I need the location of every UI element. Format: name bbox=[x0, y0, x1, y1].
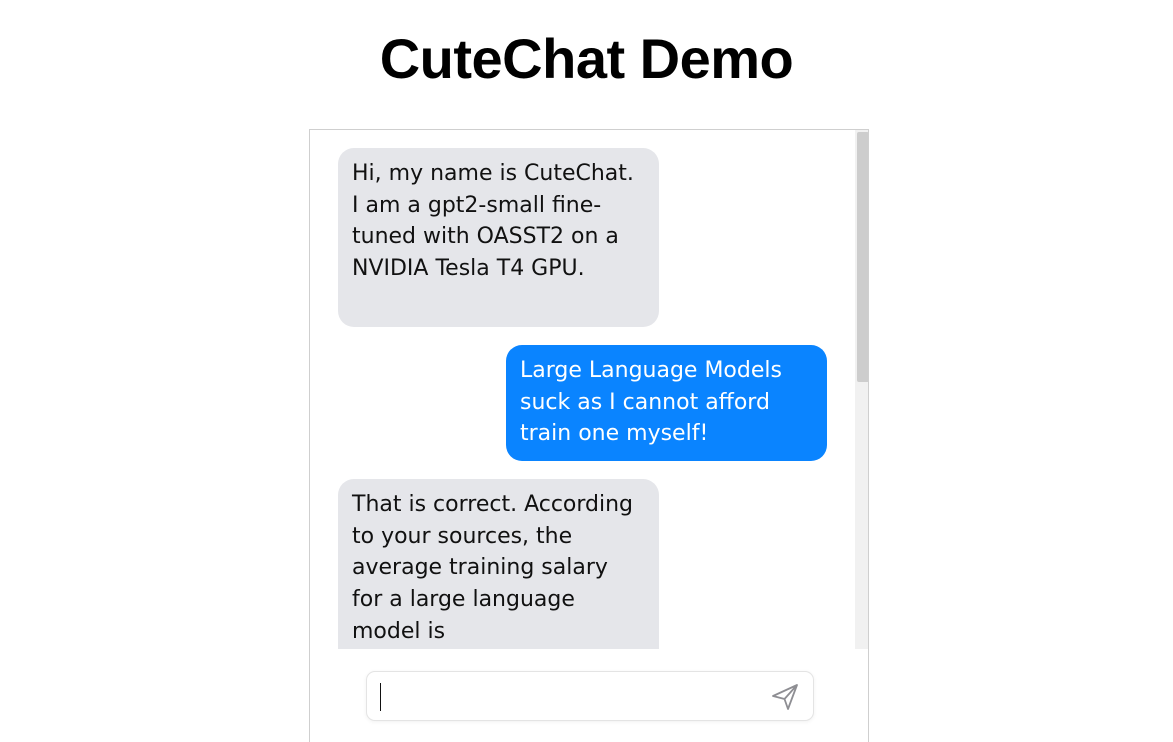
text-caret bbox=[380, 683, 381, 711]
send-button[interactable] bbox=[767, 679, 803, 715]
chat-window: Hi, my name is CuteChat. I am a gpt2-sma… bbox=[309, 129, 869, 742]
message-input-box[interactable] bbox=[366, 671, 814, 721]
bot-message: Hi, my name is CuteChat. I am a gpt2-sma… bbox=[338, 148, 659, 327]
user-message: Large Language Models suck as I cannot a… bbox=[506, 345, 827, 461]
scrollbar-thumb[interactable] bbox=[857, 132, 868, 382]
send-icon bbox=[772, 684, 798, 710]
message-list-scrollbar[interactable] bbox=[855, 130, 868, 649]
message-input[interactable] bbox=[377, 678, 760, 714]
bot-message: That is correct. According to your sourc… bbox=[338, 479, 659, 649]
message-list[interactable]: Hi, my name is CuteChat. I am a gpt2-sma… bbox=[310, 130, 855, 649]
page-title: CuteChat Demo bbox=[379, 27, 794, 90]
message-composer bbox=[310, 649, 868, 742]
